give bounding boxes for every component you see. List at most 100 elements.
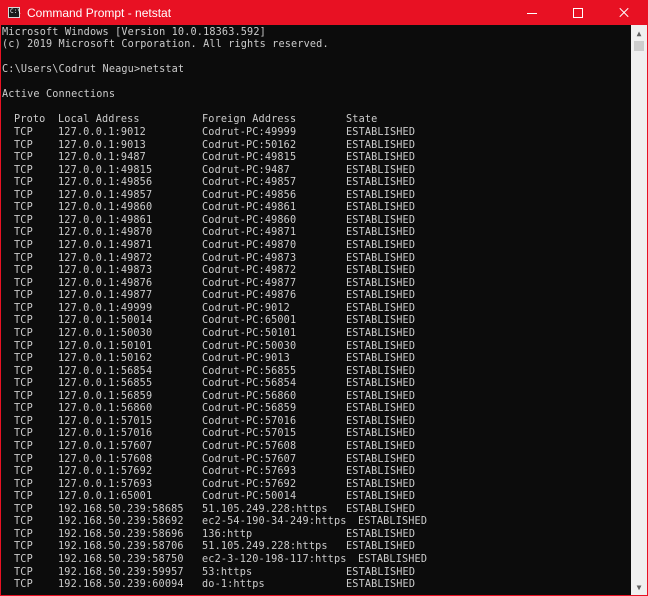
connection-local-address: 127.0.0.1:49815 xyxy=(58,164,153,176)
connection-row: TCP 192.168.50.239:58685 51.105.249.228:ht… xyxy=(2,504,622,516)
connection-proto: TCP xyxy=(14,403,33,415)
connection-local-address: 192.168.50.239:60094 xyxy=(58,579,184,591)
connection-local-address: 192.168.50.239:58692 xyxy=(58,516,184,528)
connection-proto: TCP xyxy=(14,541,33,553)
connection-row: TCP 127.0.0.1:49871 Codrut-PC:49870 ESTABLI… xyxy=(2,240,622,252)
header-state: State xyxy=(346,114,378,125)
connection-row: TCP 127.0.0.1:57015 Codrut-PC:57016 ESTABLI… xyxy=(2,416,622,428)
connection-state: ESTABLISHED xyxy=(346,177,416,189)
connection-local-address: 127.0.0.1:49873 xyxy=(58,265,153,277)
connection-local-address: 127.0.0.1:57015 xyxy=(58,415,153,427)
connection-proto: TCP xyxy=(14,466,33,478)
connection-foreign-address: Codrut-PC:57607 xyxy=(202,453,297,465)
connection-row: TCP 127.0.0.1:49872 Codrut-PC:49873 ESTABLI… xyxy=(2,253,622,265)
cmd-icon[interactable] xyxy=(8,7,21,18)
vertical-scrollbar[interactable]: ▲ ▼ xyxy=(631,25,647,595)
close-button[interactable] xyxy=(601,1,647,25)
connection-foreign-address: Codrut-PC:49871 xyxy=(202,227,297,239)
connection-row: TCP 192.168.50.239:58706 51.105.249.228:ht… xyxy=(2,541,622,553)
connection-foreign-address: Codrut-PC:49815 xyxy=(202,152,297,164)
connection-proto: TCP xyxy=(14,277,33,289)
connection-local-address: 127.0.0.1:49860 xyxy=(58,202,153,214)
connection-proto: TCP xyxy=(14,566,33,578)
connection-proto: TCP xyxy=(14,227,33,239)
connection-foreign-address: Codrut-PC:50101 xyxy=(202,327,297,339)
connection-foreign-address: Codrut-PC:50162 xyxy=(202,139,297,151)
connection-local-address: 127.0.0.1:57692 xyxy=(58,466,153,478)
connection-local-address: 127.0.0.1:49999 xyxy=(58,302,153,314)
connection-foreign-address: do-1:https xyxy=(202,579,265,591)
connection-foreign-address: Codrut-PC:49860 xyxy=(202,214,297,226)
connection-proto: TCP xyxy=(14,189,33,201)
connection-row: TCP 127.0.0.1:50101 Codrut-PC:50030 ESTABLI… xyxy=(2,341,622,353)
connection-state: ESTABLISHED xyxy=(346,466,416,478)
connection-local-address: 192.168.50.239:59957 xyxy=(58,566,184,578)
connection-foreign-address: Codrut-PC:56855 xyxy=(202,365,297,377)
connection-state: ESTABLISHED xyxy=(346,189,416,201)
connection-proto: TCP xyxy=(14,441,33,452)
connection-state: ESTABLISHED xyxy=(358,554,428,566)
maximize-button[interactable] xyxy=(555,1,601,25)
connection-foreign-address: Codrut-PC:49877 xyxy=(202,277,297,289)
connection-state: ESTABLISHED xyxy=(346,202,416,214)
connection-state: ESTABLISHED xyxy=(358,516,428,528)
connection-foreign-address: Codrut-PC:49857 xyxy=(202,177,297,189)
connection-proto: TCP xyxy=(14,428,33,440)
console-output[interactable]: Microsoft Windows [Version 10.0.18363.59… xyxy=(1,25,631,595)
connection-state: ESTABLISHED xyxy=(346,240,416,252)
connection-local-address: 127.0.0.1:50014 xyxy=(58,315,153,327)
connection-state: ESTABLISHED xyxy=(346,152,416,164)
connection-proto: TCP xyxy=(14,554,33,566)
connection-row: TCP 192.168.50.239:60094 do-1:https ESTABLI… xyxy=(2,579,622,591)
connection-foreign-address: Codrut-PC:56854 xyxy=(202,378,297,390)
connection-foreign-address: 51.105.249.228:https xyxy=(202,541,328,553)
connection-local-address: 127.0.0.1:65001 xyxy=(58,491,153,503)
connection-local-address: 127.0.0.1:56855 xyxy=(58,378,153,390)
connection-proto: TCP xyxy=(14,478,33,490)
connection-proto: TCP xyxy=(14,415,33,427)
connection-proto: TCP xyxy=(14,315,33,327)
connection-foreign-address: Codrut-PC:9487 xyxy=(202,164,290,176)
connection-proto: TCP xyxy=(14,152,33,164)
connection-foreign-address: Codrut-PC:49856 xyxy=(202,189,297,201)
scrollbar-thumb[interactable] xyxy=(634,41,644,51)
connection-state: ESTABLISHED xyxy=(346,227,416,239)
connection-proto: TCP xyxy=(14,528,33,540)
connection-row: TCP 127.0.0.1:57016 Codrut-PC:57015 ESTABLI… xyxy=(2,428,622,440)
connection-foreign-address: Codrut-PC:49999 xyxy=(202,127,297,138)
header-local-address: Local Address xyxy=(58,114,140,125)
connection-state: ESTABLISHED xyxy=(346,428,416,440)
connection-local-address: 127.0.0.1:49870 xyxy=(58,227,153,239)
connection-proto: TCP xyxy=(14,252,33,264)
scroll-up-button[interactable]: ▲ xyxy=(631,25,647,41)
connection-local-address: 127.0.0.1:49856 xyxy=(58,177,153,189)
connection-state: ESTABLISHED xyxy=(346,579,416,591)
connection-local-address: 127.0.0.1:50162 xyxy=(58,353,153,365)
connection-row: TCP 127.0.0.1:65001 Codrut-PC:50014 ESTABLI… xyxy=(2,491,622,503)
connection-row: TCP 127.0.0.1:49861 Codrut-PC:49860 ESTABLI… xyxy=(2,215,622,227)
connection-local-address: 127.0.0.1:57693 xyxy=(58,478,153,490)
connection-state: ESTABLISHED xyxy=(346,453,416,465)
minimize-icon xyxy=(527,12,537,14)
connection-foreign-address: Codrut-PC:49861 xyxy=(202,202,297,214)
connection-foreign-address: Codrut-PC:9013 xyxy=(202,353,290,365)
connection-local-address: 192.168.50.239:58706 xyxy=(58,541,184,553)
connection-row: TCP 192.168.50.239:58750 ec2-3-120-198-117… xyxy=(2,554,622,566)
connection-local-address: 192.168.50.239:58685 xyxy=(58,503,184,515)
connection-proto: TCP xyxy=(14,214,33,226)
connection-proto: TCP xyxy=(14,302,33,314)
scroll-down-button[interactable]: ▼ xyxy=(631,579,647,595)
title-bar[interactable]: Command Prompt - netstat xyxy=(1,1,647,25)
connection-foreign-address: Codrut-PC:57693 xyxy=(202,466,297,478)
connection-foreign-address: Codrut-PC:49876 xyxy=(202,290,297,302)
connection-state: ESTABLISHED xyxy=(346,315,416,327)
minimize-button[interactable] xyxy=(509,1,555,25)
command-prompt-line: C:\Users\Codrut Neagu>netstat xyxy=(2,64,185,75)
connection-foreign-address: Codrut-PC:56860 xyxy=(202,390,297,402)
connection-proto: TCP xyxy=(14,265,33,277)
connection-row: TCP 127.0.0.1:50014 Codrut-PC:65001 ESTABLI… xyxy=(2,315,622,327)
connection-state: ESTABLISHED xyxy=(346,340,416,352)
header-proto: Proto xyxy=(14,114,46,125)
connection-local-address: 127.0.0.1:56854 xyxy=(58,365,153,377)
command-prompt-window: Command Prompt - netstat Microsoft Windo… xyxy=(0,0,648,596)
